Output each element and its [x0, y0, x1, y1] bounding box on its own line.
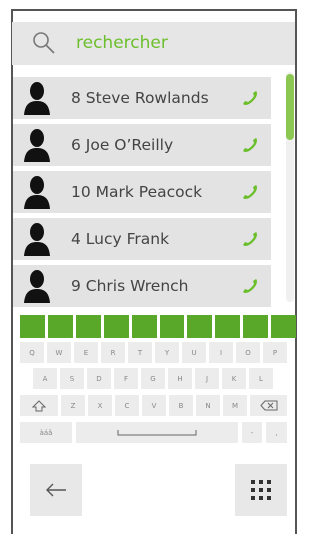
suggestion-key[interactable]	[131, 315, 157, 338]
key-p[interactable]: P	[263, 342, 287, 363]
key-h[interactable]: H	[168, 368, 192, 389]
contact-name: 6 Joe O’Reilly	[71, 136, 174, 154]
contact-name: 8 Steve Rowlands	[71, 89, 209, 107]
backspace-key[interactable]	[250, 395, 287, 416]
suggestion-key[interactable]	[47, 315, 73, 338]
key-a[interactable]: A	[33, 368, 57, 389]
keyboard-row-3: Z X C V B N M	[20, 395, 296, 416]
suggestion-key[interactable]	[20, 315, 45, 338]
key-q[interactable]: Q	[20, 342, 44, 363]
key-n[interactable]: N	[196, 395, 220, 416]
search-input[interactable]: rechercher	[76, 33, 168, 53]
key-g[interactable]: G	[141, 368, 165, 389]
accent-key[interactable]: àáâ	[20, 422, 72, 443]
key-v[interactable]: V	[142, 395, 166, 416]
suggestion-key[interactable]	[75, 315, 101, 338]
scrollbar-thumb[interactable]	[286, 74, 294, 140]
search-bar[interactable]: rechercher	[12, 22, 295, 65]
key-e[interactable]: E	[74, 342, 98, 363]
scrollbar[interactable]	[286, 72, 294, 302]
key-y[interactable]: Y	[155, 342, 179, 363]
phone-icon[interactable]	[241, 183, 259, 201]
dialpad-button[interactable]	[235, 464, 287, 516]
person-silhouette-icon	[24, 176, 50, 209]
contact-name: 4 Lucy Frank	[71, 230, 170, 248]
phone-icon[interactable]	[241, 89, 259, 107]
back-button[interactable]	[30, 464, 82, 516]
contact-row[interactable]: 10 Mark Peacock	[13, 171, 271, 213]
key-f[interactable]: F	[114, 368, 138, 389]
phone-icon[interactable]	[241, 277, 259, 295]
key-l[interactable]: L	[249, 368, 273, 389]
phone-icon[interactable]	[241, 230, 259, 248]
comma-key[interactable]: ,	[266, 422, 287, 443]
suggestion-key[interactable]	[103, 315, 129, 338]
key-x[interactable]: X	[88, 395, 112, 416]
suggestion-bar	[20, 315, 297, 338]
shift-key[interactable]	[20, 395, 58, 416]
suggestion-key[interactable]	[271, 315, 297, 338]
contact-name: 9 Chris Wrench	[71, 277, 189, 295]
key-c[interactable]: C	[115, 395, 139, 416]
key-s[interactable]: S	[60, 368, 84, 389]
contact-name: 10 Mark Peacock	[71, 183, 203, 201]
key-j[interactable]: J	[195, 368, 219, 389]
person-silhouette-icon	[24, 270, 50, 303]
contact-row[interactable]: 8 Steve Rowlands	[13, 77, 271, 119]
suggestion-key[interactable]	[215, 315, 241, 338]
keyboard-row-4: àáâ - ,	[20, 422, 296, 443]
backspace-icon	[259, 400, 277, 411]
person-silhouette-icon	[24, 223, 50, 256]
shift-icon	[32, 399, 46, 411]
keyboard-row-2: A S D F G H J K L	[20, 368, 296, 389]
suggestion-key[interactable]	[159, 315, 185, 338]
key-o[interactable]: O	[236, 342, 260, 363]
key-z[interactable]: Z	[61, 395, 85, 416]
person-silhouette-icon	[24, 129, 50, 162]
key-r[interactable]: R	[101, 342, 125, 363]
contact-row[interactable]: 4 Lucy Frank	[13, 218, 271, 260]
key-t[interactable]: T	[128, 342, 152, 363]
contact-row[interactable]: 9 Chris Wrench	[13, 265, 271, 307]
key-b[interactable]: B	[169, 395, 193, 416]
phone-icon[interactable]	[241, 136, 259, 154]
key-k[interactable]: K	[222, 368, 246, 389]
key-w[interactable]: W	[47, 342, 71, 363]
spacebar-key[interactable]	[76, 422, 238, 443]
dash-key[interactable]: -	[242, 422, 262, 443]
search-icon	[33, 32, 55, 54]
key-i[interactable]: I	[209, 342, 233, 363]
suggestion-key[interactable]	[187, 315, 213, 338]
key-m[interactable]: M	[223, 395, 247, 416]
suggestion-key[interactable]	[243, 315, 269, 338]
contact-row[interactable]: 6 Joe O’Reilly	[13, 124, 271, 166]
dialpad-icon	[251, 480, 271, 500]
person-silhouette-icon	[24, 82, 50, 115]
back-arrow-icon	[46, 483, 66, 497]
key-d[interactable]: D	[87, 368, 111, 389]
spacebar-icon	[117, 429, 197, 435]
keyboard-row-1: Q W E R T Y U I O P	[20, 342, 296, 363]
key-u[interactable]: U	[182, 342, 206, 363]
